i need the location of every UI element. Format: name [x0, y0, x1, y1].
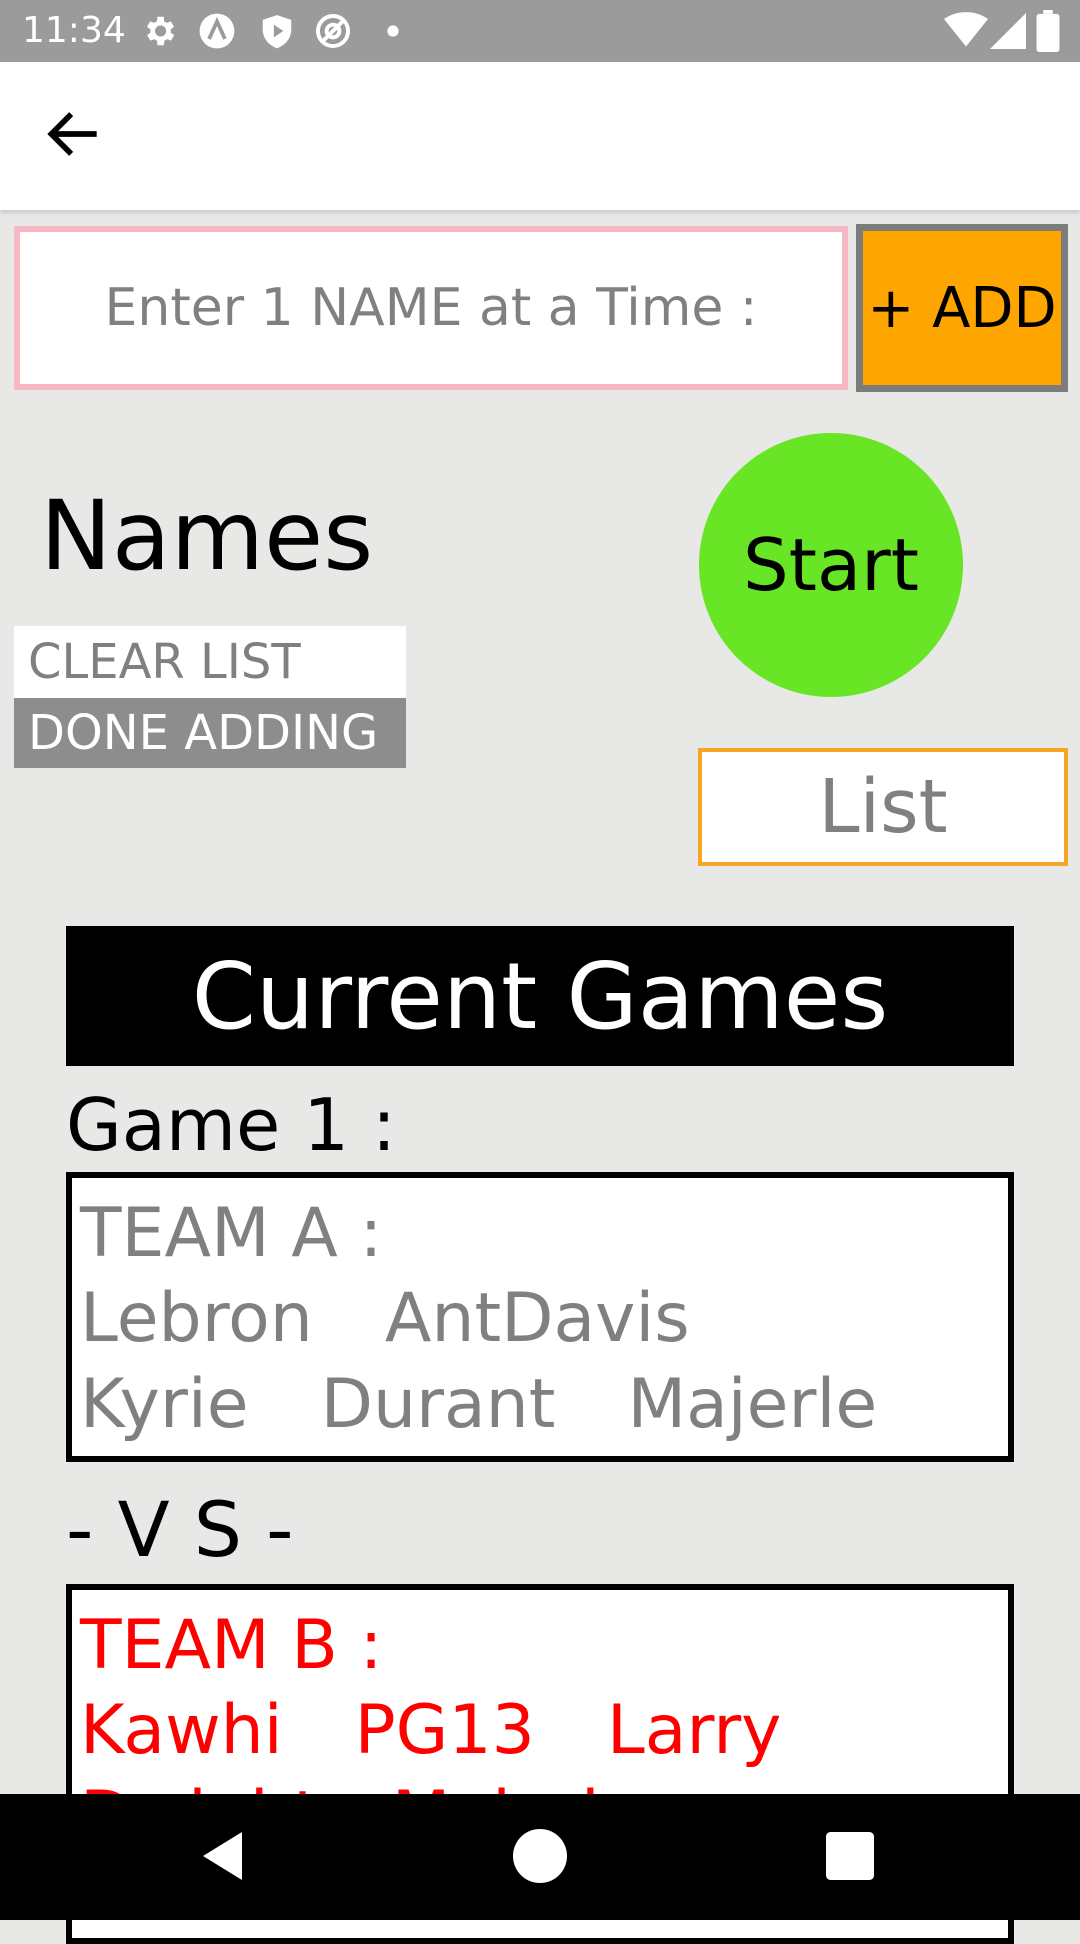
a-circle-icon	[199, 13, 235, 49]
team-a-player: Durant	[320, 1365, 556, 1444]
status-time: 11:34	[22, 10, 126, 51]
shield-play-icon	[262, 15, 292, 49]
recents-square-icon[interactable]	[820, 1826, 880, 1886]
names-heading: Names	[40, 480, 374, 592]
game-label: Game 1 :	[66, 1083, 397, 1167]
team-b-player: Kawhi	[80, 1691, 283, 1770]
back-arrow-icon[interactable]	[40, 100, 108, 168]
current-games-title-text: Current Games	[191, 942, 889, 1050]
done-adding-button[interactable]: DONE ADDING	[14, 698, 406, 768]
dot-icon	[387, 25, 399, 37]
signal-icon	[990, 13, 1026, 49]
list-button[interactable]: List	[698, 748, 1068, 866]
team-a-player: Kyrie	[80, 1365, 249, 1444]
team-a-box: TEAM A : Lebron AntDavis Kyrie Durant Majerl…	[66, 1172, 1014, 1462]
start-button-label: Start	[743, 523, 919, 607]
clear-list-button[interactable]: CLEAR LIST	[14, 626, 406, 698]
team-b-player: PG13	[354, 1691, 535, 1770]
app-bar	[0, 62, 1080, 210]
home-circle-icon[interactable]	[510, 1826, 570, 1886]
current-games-heading: Current Games	[66, 926, 1014, 1066]
back-triangle-icon[interactable]	[194, 1826, 254, 1886]
team-a-player: AntDavis	[384, 1279, 690, 1358]
at-circle-icon	[315, 13, 351, 49]
battery-icon	[1036, 10, 1060, 52]
gear-icon	[146, 16, 175, 46]
team-a-players: Lebron AntDavis Kyrie Durant Majerle	[80, 1276, 980, 1448]
vs-label: - V S -	[66, 1485, 294, 1574]
team-b-title: TEAM B :	[80, 1606, 383, 1685]
name-input[interactable]	[14, 226, 848, 390]
team-b-player: Larry	[606, 1691, 782, 1770]
start-button[interactable]: Start	[699, 433, 963, 697]
team-a-player: Lebron	[80, 1279, 313, 1358]
wifi-icon	[944, 12, 988, 47]
team-a-title: TEAM A :	[80, 1194, 383, 1273]
add-button[interactable]: + ADD	[856, 224, 1068, 392]
team-a-player: Majerle	[627, 1365, 878, 1444]
list-button-label: List	[818, 764, 948, 850]
